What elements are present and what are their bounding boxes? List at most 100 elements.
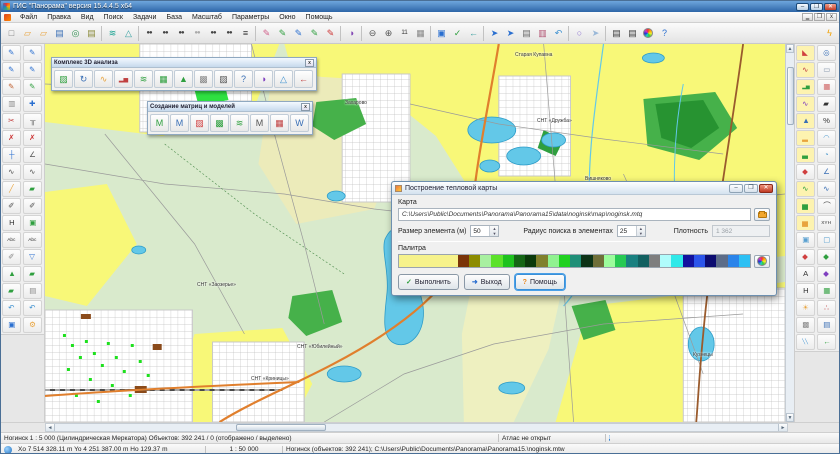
close-icon[interactable]: x xyxy=(305,59,314,67)
pulse-chart-button[interactable]: ∿ xyxy=(796,96,815,112)
map-path-input[interactable]: C:\Users\Public\Documents\Panorama\Panor… xyxy=(398,208,751,221)
color-wheel-button[interactable] xyxy=(640,25,656,42)
dome-3d-button[interactable]: ◠ xyxy=(817,130,836,146)
vertical-scrollbar[interactable]: ▲ ▼ xyxy=(785,44,794,422)
grid-net-button[interactable]: ▦ xyxy=(270,114,289,132)
find-object-button[interactable]: ●● xyxy=(141,25,157,42)
angle-tool-button[interactable]: ∠ xyxy=(23,147,42,163)
exit-3d-button[interactable]: ← xyxy=(294,70,313,88)
layer-model-button[interactable]: ≋ xyxy=(230,114,249,132)
heatmap-dialog-titlebar[interactable]: Построение тепловой карты – ❐ ✕ xyxy=(392,182,776,195)
relief-chart-button[interactable]: ▅ xyxy=(796,198,815,214)
zoom-in-button[interactable]: ⊕ xyxy=(380,25,396,42)
open-map-button[interactable]: ▱ xyxy=(19,25,35,42)
cylinder-3d-button[interactable]: ▭ xyxy=(817,62,836,78)
text-note-button[interactable]: ✐ xyxy=(2,198,21,214)
browse-map-button[interactable] xyxy=(754,208,770,221)
horizontal-text-button[interactable]: H xyxy=(2,215,21,231)
toolbar-matrix-models-titlebar[interactable]: Создание матриц и моделей x xyxy=(148,102,312,112)
palette-tool-button[interactable]: ◑ xyxy=(343,25,359,42)
delete-object-button[interactable]: ✗ xyxy=(2,130,21,146)
palette-swatch[interactable] xyxy=(581,255,592,267)
palette-swatch[interactable] xyxy=(649,255,660,267)
delete-node-button[interactable]: ✗ xyxy=(23,130,42,146)
surface-tool-2-button[interactable]: ▰ xyxy=(2,283,21,299)
cut-object-button[interactable]: ✂ xyxy=(2,113,21,129)
info-icon[interactable]: i xyxy=(609,435,610,441)
palette-swatch[interactable] xyxy=(626,255,637,267)
text-note-2-button[interactable]: ✐ xyxy=(23,198,42,214)
filter-tool-button[interactable]: ▽ xyxy=(23,249,42,265)
horizontal-scrollbar[interactable]: ◄ ► xyxy=(45,423,788,432)
profile-chart-button[interactable]: ◣ xyxy=(796,45,815,61)
toolbar-3d-analysis-titlebar[interactable]: Комплекс 3D анализа x xyxy=(52,58,316,68)
undo-edit-button[interactable]: ↶ xyxy=(2,300,21,316)
help-button[interactable]: ? Помощь xyxy=(515,274,565,290)
globe-status-icon[interactable] xyxy=(4,446,12,454)
menu-Правка[interactable]: Правка xyxy=(42,14,76,21)
edit-point-button[interactable]: ✎ xyxy=(2,62,21,78)
palette-swatch[interactable] xyxy=(399,255,458,267)
map-legend-button[interactable]: △ xyxy=(120,25,136,42)
texture-button[interactable]: ▨ xyxy=(214,70,233,88)
mtw-model-button[interactable]: W xyxy=(290,114,309,132)
palette-swatch[interactable] xyxy=(705,255,716,267)
open-database-button[interactable]: ▤ xyxy=(51,25,67,42)
annotation-tool-button[interactable]: ✐ xyxy=(2,249,21,265)
settings-gear-button[interactable]: ⚙ xyxy=(23,317,42,333)
bar-chart-button[interactable]: ▂▅ xyxy=(796,79,815,95)
map-texture-button[interactable]: ▩ xyxy=(796,317,815,333)
move-object-button[interactable]: ✚ xyxy=(23,96,42,112)
palette-swatch[interactable] xyxy=(638,255,649,267)
edit-check-button[interactable]: ✎ xyxy=(274,25,290,42)
edit-create-button[interactable]: ✎ xyxy=(258,25,274,42)
palette-swatch[interactable] xyxy=(694,255,705,267)
wave-chart-button[interactable]: ∿ xyxy=(796,181,815,197)
zoom-out-button[interactable]: ⊖ xyxy=(364,25,380,42)
hl-map-button[interactable]: H xyxy=(796,283,815,299)
scroll-down-icon[interactable]: ▼ xyxy=(786,413,794,422)
select-frame-button[interactable]: ▦ xyxy=(412,25,428,42)
palette-swatch[interactable] xyxy=(660,255,671,267)
grid-panel-button[interactable]: ▤ xyxy=(23,283,42,299)
redo-edit-button[interactable]: ↶ xyxy=(23,300,42,316)
layers-3d-button[interactable]: ≋ xyxy=(134,70,153,88)
text-abc-button[interactable]: Abc xyxy=(2,232,21,248)
vertical-scroll-thumb[interactable] xyxy=(787,67,794,125)
rainbow-stack-button[interactable]: ◆ xyxy=(796,249,815,265)
apply-view-button[interactable]: ✓ xyxy=(449,25,465,42)
search-radius-stepper[interactable]: 25 ▲▼ xyxy=(617,225,646,237)
open-project-button[interactable]: ▤ xyxy=(83,25,99,42)
map-layers-button[interactable]: ≋ xyxy=(104,25,120,42)
edit-delete-button[interactable]: ✎ xyxy=(322,25,338,42)
area-tool-button[interactable]: ▰ xyxy=(23,181,42,197)
mdi-close-button[interactable]: x xyxy=(826,13,837,21)
palette-swatch[interactable] xyxy=(716,255,727,267)
smooth-line-2-button[interactable]: ∿ xyxy=(23,164,42,180)
heat-gradient-button[interactable]: ▨ xyxy=(190,114,209,132)
scroll-up-icon[interactable]: ▲ xyxy=(786,44,794,53)
terrain-chart-button[interactable]: ▂ xyxy=(796,130,815,146)
frame-select-button[interactable]: ▣ xyxy=(2,317,21,333)
palette-swatch[interactable] xyxy=(593,255,604,267)
scale-1-1-button[interactable]: 1:1 xyxy=(396,25,412,42)
percent-panel-button[interactable]: % xyxy=(817,113,836,129)
crosshair-tool-button[interactable]: ┼ xyxy=(2,147,21,163)
palette-swatch[interactable] xyxy=(548,255,559,267)
menu-База[interactable]: База xyxy=(161,14,187,21)
create-object-button[interactable]: ✎ xyxy=(2,45,21,61)
triangle-net-button[interactable]: ▲ xyxy=(2,266,21,282)
scatter-3d-button[interactable]: ∴ xyxy=(817,300,836,316)
help-pointer-button[interactable]: ? xyxy=(656,25,672,42)
surface-tool-button[interactable]: ▰ xyxy=(23,266,42,282)
green-stack-button[interactable]: ◆ xyxy=(817,249,836,265)
new-map-button[interactable]: □ xyxy=(3,25,19,42)
palette-strip[interactable] xyxy=(398,254,751,268)
map-matrix-button[interactable]: ▦ xyxy=(154,70,173,88)
check-object-button[interactable]: ▣ xyxy=(23,215,42,231)
scroll-right-icon[interactable]: ► xyxy=(778,424,787,431)
search-route-button[interactable]: ○ xyxy=(571,25,587,42)
area-chart-button[interactable]: ▲ xyxy=(796,113,815,129)
terrain-chart-2-button[interactable]: ▃ xyxy=(796,147,815,163)
back-view-button[interactable]: ← xyxy=(465,25,481,42)
